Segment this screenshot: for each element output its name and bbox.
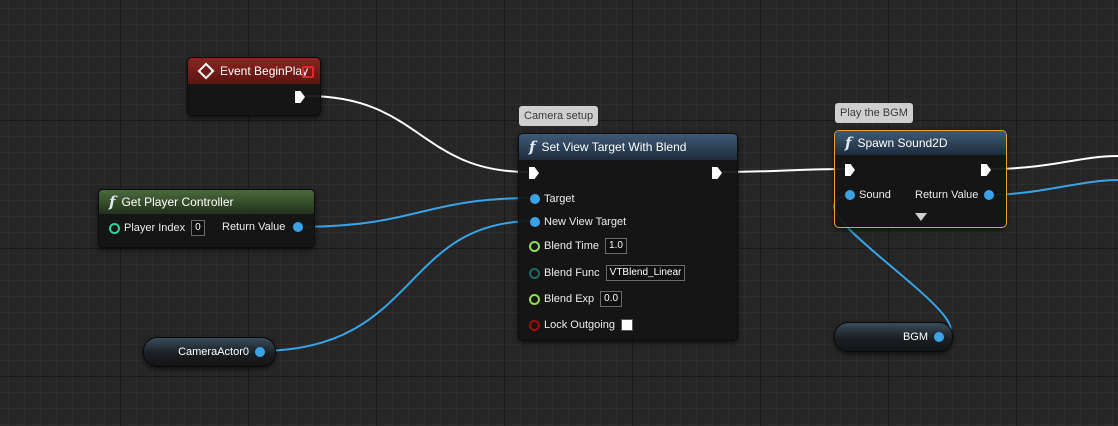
object-in-pin-icon[interactable]: [530, 194, 540, 204]
blend-exp-pin-row: Blend Exp 0.0: [529, 291, 623, 307]
return-value-pin-row: Return Value: [222, 221, 304, 233]
event-beginplay-node[interactable]: Event BeginPlay: [187, 57, 321, 116]
camera-actor-variable-node[interactable]: CameraActor0: [143, 337, 276, 367]
enum-pin-icon[interactable]: [529, 267, 540, 279]
get-player-controller-node[interactable]: f Get Player Controller Player Index 0 R…: [98, 189, 315, 248]
exec-out-pin[interactable]: [712, 167, 722, 179]
set-view-target-title: Set View Target With Blend: [541, 140, 687, 154]
exec-in-pin[interactable]: [529, 167, 539, 179]
object-out-pin-icon[interactable]: [255, 347, 265, 357]
spawn-return-pin-row: Return Value: [915, 189, 995, 201]
exec-out-pin[interactable]: [295, 91, 305, 103]
delegate-pin[interactable]: [302, 66, 314, 78]
object-in-pin-icon[interactable]: [530, 217, 540, 227]
blend-exp-input[interactable]: 0.0: [600, 291, 623, 307]
exec-out-pin[interactable]: [981, 164, 991, 176]
object-out-pin-icon[interactable]: [984, 190, 995, 200]
spawn-sound2d-node[interactable]: f Spawn Sound2D Sound Return Value: [834, 130, 1007, 228]
exec-in-pin[interactable]: [845, 164, 855, 176]
exec-out-icon: [295, 91, 305, 103]
exec-out-icon: [712, 167, 722, 179]
camera-actor-label: CameraActor0: [178, 346, 249, 358]
sound-pin-row: Sound: [845, 189, 891, 201]
blend-time-label: Blend Time: [544, 240, 600, 252]
set-view-target-node[interactable]: f Set View Target With Blend Target New …: [518, 133, 738, 341]
exec-in-icon: [845, 164, 855, 176]
blend-time-input[interactable]: 1.0: [605, 238, 627, 254]
event-beginplay-header[interactable]: Event BeginPlay: [188, 58, 320, 84]
object-in-pin-icon[interactable]: [845, 190, 855, 200]
function-icon: f: [529, 138, 536, 156]
object-out-pin-icon[interactable]: [934, 332, 944, 342]
target-pin-row: Target: [530, 193, 575, 205]
expand-arrow-icon[interactable]: [915, 213, 927, 221]
bgm-label: BGM: [902, 331, 928, 343]
blend-func-label: Blend Func: [544, 267, 600, 279]
sound-label: Sound: [859, 189, 891, 201]
blend-time-pin-row: Blend Time 1.0: [529, 238, 627, 254]
event-diamond-icon: [197, 62, 215, 80]
return-value-label: Return Value: [915, 189, 979, 201]
int-pin-icon[interactable]: [109, 222, 120, 234]
float-pin-icon[interactable]: [529, 240, 540, 252]
bgm-variable-node[interactable]: BGM: [834, 322, 953, 352]
event-beginplay-title: Event BeginPlay: [220, 64, 309, 78]
object-out-pin-icon[interactable]: [293, 222, 304, 232]
exec-wire-beginplay-to-setview[interactable]: [306, 95, 529, 173]
lock-outgoing-label: Lock Outgoing: [544, 319, 615, 331]
new-view-target-label: New View Target: [544, 216, 627, 228]
new-view-target-pin-row: New View Target: [530, 216, 626, 228]
comment-play-the-bgm[interactable]: Play the BGM: [835, 103, 913, 123]
float-pin-icon[interactable]: [529, 293, 540, 305]
player-index-input[interactable]: 0: [191, 220, 205, 236]
exec-in-icon: [529, 167, 539, 179]
spawn-sound2d-header[interactable]: f Spawn Sound2D: [835, 131, 1006, 155]
exec-out-icon: [981, 164, 991, 176]
get-player-controller-title: Get Player Controller: [121, 195, 234, 209]
blend-func-dropdown[interactable]: VTBlend_Linear: [605, 265, 686, 281]
comment-camera-setup[interactable]: Camera setup: [519, 106, 599, 126]
return-value-label: Return Value: [222, 221, 286, 233]
lock-outgoing-pin-row: Lock Outgoing: [529, 319, 633, 331]
function-icon: f: [845, 134, 852, 152]
set-view-target-header[interactable]: f Set View Target With Blend: [519, 134, 737, 160]
exec-wire-spawn-out[interactable]: [989, 155, 1118, 170]
blend-func-pin-row: Blend Func VTBlend_Linear: [529, 265, 686, 281]
target-label: Target: [544, 193, 575, 205]
player-index-label: Player Index: [124, 222, 186, 234]
object-wire-controller-to-target[interactable]: [294, 197, 535, 228]
spawn-sound2d-title: Spawn Sound2D: [857, 136, 948, 150]
bool-pin-icon[interactable]: [529, 319, 540, 331]
function-icon: f: [109, 193, 116, 211]
get-player-controller-header[interactable]: f Get Player Controller: [99, 190, 314, 214]
exec-wire-setview-to-spawn[interactable]: [719, 168, 849, 173]
lock-outgoing-checkbox[interactable]: [620, 319, 633, 331]
blend-exp-label: Blend Exp: [544, 293, 595, 305]
player-index-pin-row: Player Index 0: [109, 220, 205, 236]
